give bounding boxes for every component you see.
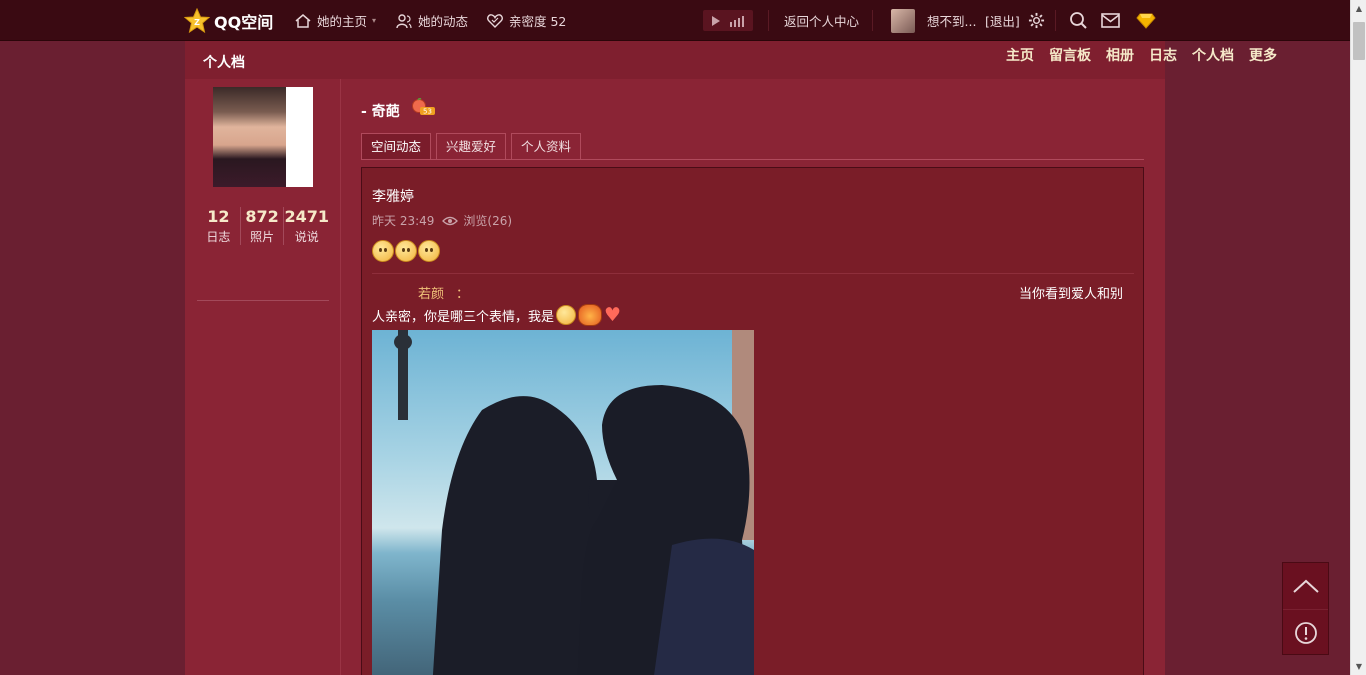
nav-link-home[interactable]: 主页 [1006, 45, 1034, 65]
profile-name: - 奇葩 [361, 104, 400, 120]
repost-text: 人亲密，你是哪三个表情，我是 [372, 309, 555, 325]
divider [372, 273, 1134, 274]
settings-button[interactable] [1028, 0, 1045, 41]
level-badge-icon[interactable]: 53 [410, 98, 436, 116]
divider [768, 10, 769, 31]
divider [197, 300, 329, 301]
user-name[interactable]: 想不到... [927, 11, 976, 30]
diamond-icon [1136, 13, 1156, 29]
logo-text: QQ空间 [214, 12, 274, 32]
stat-value: 12 [207, 207, 230, 226]
floating-toolbar [1282, 562, 1329, 655]
profile-sidebar: 12 日志 872 照片 2471 说说 [185, 79, 341, 675]
repost-author[interactable]: 若颜 [418, 283, 444, 302]
repost-text-line1: 当你看到爱人和别 [1018, 287, 1123, 302]
nav-link-blog[interactable]: 日志 [1149, 45, 1177, 65]
back-personal-center-link[interactable]: 返回个人中心 [784, 0, 859, 41]
nav-link-profile[interactable]: 个人档 [1192, 45, 1234, 65]
sub-navigation: 个人档 主页 留言板 相册 日志 个人档 更多 [185, 41, 1277, 79]
mail-icon [1101, 13, 1120, 28]
stat-shuoshuo[interactable]: 2471 说说 [284, 207, 329, 245]
svg-text:Z: Z [194, 18, 200, 27]
post-photo[interactable] [372, 330, 754, 675]
nav-her-activity[interactable]: 她的动态 [395, 0, 468, 41]
page-scrollbar[interactable]: ▲ ▼ [1350, 0, 1366, 675]
star-logo-icon: Z [184, 7, 210, 33]
sad-face-icon [372, 240, 394, 262]
main-container: 个人档 主页 留言板 相册 日志 个人档 更多 12 日志 872 照片 247… [185, 41, 1277, 675]
divider [872, 10, 873, 31]
crying-face-icon [395, 240, 417, 262]
search-icon [1070, 12, 1087, 29]
surprised-face-icon [418, 240, 440, 262]
nav-link-guestbook[interactable]: 留言板 [1049, 45, 1091, 65]
alert-icon [1294, 621, 1317, 644]
play-icon[interactable] [711, 15, 721, 27]
settings-icon [1028, 12, 1045, 29]
divider [1055, 10, 1056, 31]
logout-link[interactable]: [退出] [985, 0, 1020, 41]
nav-intimacy[interactable]: 亲密度 52 [486, 0, 566, 41]
post-time: 昨天 23:49 [372, 214, 435, 228]
profile-photo-image [213, 87, 286, 187]
feed-card: 李雅婷 昨天 23:49 浏览(26) 若颜 ： 当你看到爱人和别 人亲密，你是… [361, 167, 1144, 675]
content-tabs: 空间动态 兴趣爱好 个人资料 [361, 133, 582, 160]
stat-label: 说说 [294, 230, 319, 244]
broken-heart-icon: ♥ [604, 304, 622, 326]
scroll-up-icon[interactable]: ▲ [1351, 0, 1366, 17]
thinking-face-icon [556, 305, 577, 325]
post-author[interactable]: 李雅婷 [372, 186, 414, 206]
nav-link-album[interactable]: 相册 [1106, 45, 1134, 65]
home-icon [295, 13, 311, 28]
nav-intimacy-label: 亲密度 52 [509, 14, 567, 29]
tab-space-activity[interactable]: 空间动态 [361, 133, 432, 160]
repost-colon: ： [456, 287, 470, 302]
profile-content: - 奇葩 53 空间动态 兴趣爱好 个人资料 李雅婷 昨天 23:49 浏览(2… [361, 79, 1145, 675]
nav-her-home-label: 她的主页 [317, 14, 368, 29]
section-links: 主页 留言板 相册 日志 个人档 更多 [1006, 45, 1277, 65]
profile-stats: 12 日志 872 照片 2471 说说 [197, 207, 329, 245]
couple-silhouette-image [394, 330, 754, 675]
music-player[interactable] [703, 10, 753, 31]
tab-hobbies[interactable]: 兴趣爱好 [436, 133, 507, 160]
stat-value: 2471 [284, 207, 329, 226]
stat-value: 872 [245, 207, 279, 226]
back-to-top-button[interactable] [1283, 563, 1328, 609]
level-badge-number: 53 [423, 108, 432, 116]
people-icon [396, 13, 412, 28]
tab-personal-info[interactable]: 个人资料 [511, 133, 582, 160]
stat-label: 日志 [206, 230, 231, 244]
mail-button[interactable] [1101, 0, 1120, 41]
heart-icon [487, 13, 503, 28]
tab-divider [361, 159, 1144, 160]
page-title: 个人档 [203, 55, 245, 71]
repost-text-line2: 人亲密，你是哪三个表情，我是 ♥ [372, 304, 621, 326]
chevron-down-icon: ▾ [372, 16, 377, 25]
profile-photo[interactable] [213, 87, 313, 187]
qzone-logo[interactable]: Z QQ空间 [184, 0, 273, 41]
post-meta: 昨天 23:49 浏览(26) [372, 212, 512, 229]
scroll-down-icon[interactable]: ▼ [1351, 658, 1366, 675]
post-views[interactable]: 浏览(26) [463, 212, 512, 229]
post-emojis [372, 240, 440, 262]
back-personal-center-label: 返回个人中心 [784, 14, 860, 29]
nav-her-home[interactable]: 她的主页 ▾ [294, 0, 376, 41]
angry-face-icon [578, 304, 603, 326]
scrollbar-thumb[interactable] [1353, 22, 1365, 60]
stat-photos[interactable]: 872 照片 [241, 207, 285, 245]
nav-link-more[interactable]: 更多 [1249, 45, 1277, 65]
stat-label: 照片 [250, 230, 275, 244]
current-user[interactable]: 想不到... [891, 0, 976, 41]
vip-button[interactable] [1136, 0, 1156, 41]
nav-her-activity-label: 她的动态 [418, 14, 469, 29]
stat-blog[interactable]: 12 日志 [197, 207, 241, 245]
equalizer-icon [730, 15, 744, 27]
eye-icon [442, 216, 459, 225]
search-button[interactable] [1069, 0, 1088, 41]
chevron-up-icon [1292, 579, 1319, 593]
avatar[interactable] [891, 8, 915, 33]
logout-label: [退出] [985, 14, 1020, 29]
top-bar: Z QQ空间 她的主页 ▾ 她的动态 亲密度 52 返回个人中心 想不到... … [0, 0, 1350, 41]
feedback-button[interactable] [1283, 609, 1328, 655]
